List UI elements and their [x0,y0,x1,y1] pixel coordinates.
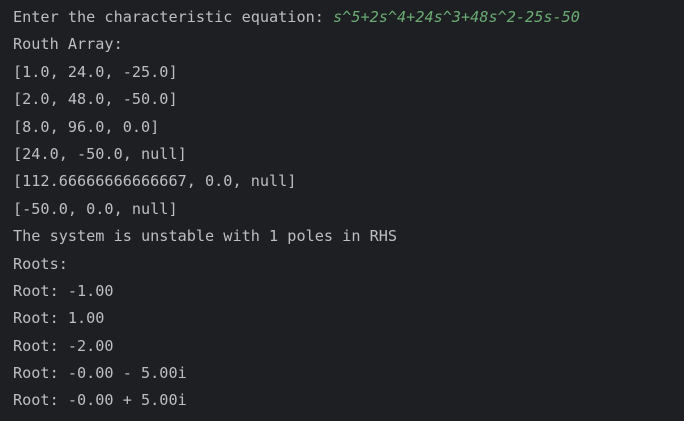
roots-heading: Roots: [13,254,68,273]
routh-row-2: [2.0, 48.0, -50.0] [13,90,178,109]
routh-row-6: [-50.0, 0.0, null] [13,199,178,218]
root-line-1: Root: -1.00 [13,281,114,300]
stability-result: The system is unstable with 1 poles in R… [13,227,398,246]
root-line-4: Root: -0.00 - 5.00i [13,364,187,383]
root-line-3: Root: -2.00 [13,336,114,355]
routh-row-3: [8.0, 96.0, 0.0] [13,117,160,136]
user-input-equation: s^5+2s^4+24s^3+48s^2-25s-50 [333,8,580,26]
root-line-5: Root: -0.00 + 5.00i [13,391,187,410]
root-line-2: Root: 1.00 [13,309,105,328]
prompt-text: Enter the characteristic equation: [13,8,334,26]
console-output[interactable]: Enter the characteristic equation: s^5+2… [0,0,684,421]
routh-array-heading: Routh Array: [13,35,123,54]
routh-row-5: [112.66666666666667, 0.0, null] [13,172,297,191]
routh-row-4: [24.0, -50.0, null] [13,144,187,163]
routh-row-1: [1.0, 24.0, -25.0] [13,62,178,81]
input-prompt-line: Enter the characteristic equation: s^5+2… [13,4,684,31]
